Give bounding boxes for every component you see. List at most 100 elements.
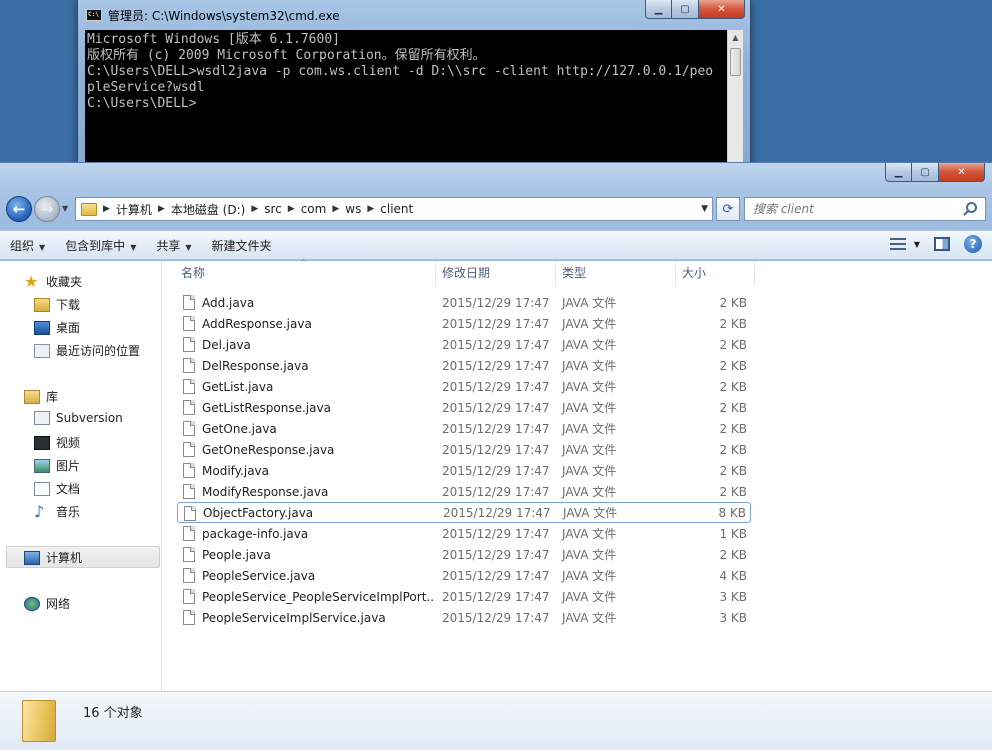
file-row[interactable]: GetList.java 2015/12/29 17:47 JAVA 文件 2 KB — [177, 376, 751, 397]
explorer-caption-buttons: ▁ ▢ ✕ — [885, 163, 985, 182]
java-file-icon — [184, 506, 196, 521]
nav-item-computer[interactable]: 计算机 — [24, 549, 82, 566]
cmd-maximize-button[interactable]: ▢ — [672, 0, 699, 19]
file-row[interactable]: PeopleService.java 2015/12/29 17:47 JAVA 文… — [177, 565, 751, 586]
column-name[interactable]: 名称 — [175, 261, 436, 286]
breadcrumb-client[interactable]: client — [380, 202, 413, 216]
file-row[interactable]: Del.java 2015/12/29 17:47 JAVA 文件 2 KB — [177, 334, 751, 355]
scroll-up-icon[interactable]: ▲ — [728, 30, 743, 46]
file-date: 2015/12/29 17:47 — [442, 463, 550, 478]
file-row[interactable]: People.java 2015/12/29 17:47 JAVA 文件 2 KB — [177, 544, 751, 565]
java-file-icon — [183, 526, 195, 541]
file-row[interactable]: ObjectFactory.java 2015/12/29 17:47 JAVA 文… — [177, 502, 751, 523]
nav-item-favorites[interactable]: ★ 收藏夹 — [24, 273, 82, 290]
nav-label: 音乐 — [56, 505, 81, 519]
share-button[interactable]: 共享 ▼ — [146, 237, 201, 254]
include-in-library-button[interactable]: 包含到库中 ▼ — [55, 237, 146, 254]
file-row[interactable]: Modify.java 2015/12/29 17:47 JAVA 文件 2 KB — [177, 460, 751, 481]
nav-item-downloads[interactable]: 下载 — [34, 296, 80, 313]
cmd-minimize-button[interactable]: ▁ — [645, 0, 672, 19]
search-input[interactable] — [753, 202, 953, 216]
refresh-button[interactable]: ⟳ — [716, 197, 740, 221]
file-row[interactable]: AddResponse.java 2015/12/29 17:47 JAVA 文件 2… — [177, 313, 751, 334]
file-type: JAVA 文件 — [563, 506, 618, 520]
explorer-close-button[interactable]: ✕ — [939, 163, 985, 182]
address-dropdown-icon[interactable]: ▼ — [701, 204, 708, 214]
minimize-icon: ▁ — [894, 166, 903, 178]
history-dropdown-icon[interactable]: ▼ — [62, 204, 68, 213]
file-row[interactable]: Add.java 2015/12/29 17:47 JAVA 文件 2 KB — [177, 292, 751, 313]
cmd-console[interactable]: Microsoft Windows [版本 6.1.7600] 版权所有 (c) … — [85, 30, 743, 168]
file-date: 2015/12/29 17:47 — [442, 400, 550, 415]
column-size[interactable]: 大小 — [676, 261, 755, 286]
scroll-thumb[interactable] — [730, 48, 741, 76]
file-size: 4 KB — [719, 568, 747, 583]
file-row[interactable]: package-info.java 2015/12/29 17:47 JAVA 文件… — [177, 523, 751, 544]
explorer-maximize-button[interactable]: ▢ — [912, 163, 939, 182]
file-date: 2015/12/29 17:47 — [442, 358, 550, 373]
explorer-minimize-button[interactable]: ▁ — [885, 163, 912, 182]
breadcrumb-com[interactable]: com — [301, 202, 327, 216]
cmd-caption-buttons: ▁ ▢ ✕ — [645, 0, 745, 19]
breadcrumb-ws[interactable]: ws — [345, 202, 361, 216]
nav-item-recent-places[interactable]: 最近访问的位置 — [34, 342, 140, 359]
breadcrumb-local-disk[interactable]: 本地磁盘 (D:) — [171, 201, 245, 218]
downloads-folder-icon — [34, 297, 50, 312]
breadcrumb-separator-icon[interactable]: ▶ — [251, 204, 258, 214]
nav-item-desktop[interactable]: 桌面 — [34, 319, 80, 336]
nav-item-videos[interactable]: 视频 — [34, 434, 80, 451]
file-row[interactable]: GetListResponse.java 2015/12/29 17:47 JAVA… — [177, 397, 751, 418]
organize-button[interactable]: 组织 ▼ — [0, 237, 55, 254]
file-row[interactable]: PeopleServiceImplService.java 2015/12/29 … — [177, 607, 751, 628]
breadcrumb-separator-icon[interactable]: ▶ — [103, 204, 110, 214]
nav-label: 收藏夹 — [46, 275, 83, 289]
column-header: ^ 名称 修改日期 类型 大小 — [163, 258, 992, 286]
address-bar[interactable]: ▶ 计算机 ▶ 本地磁盘 (D:) ▶ src ▶ com ▶ ws ▶ cli… — [75, 197, 713, 221]
nav-item-subversion[interactable]: Subversion — [34, 411, 123, 425]
breadcrumb-separator-icon[interactable]: ▶ — [158, 204, 165, 214]
cmd-close-button[interactable]: ✕ — [699, 0, 745, 19]
file-row[interactable]: ModifyResponse.java 2015/12/29 17:47 JAVA … — [177, 481, 751, 502]
breadcrumb-separator-icon[interactable]: ▶ — [367, 204, 374, 214]
search-box[interactable] — [744, 197, 986, 221]
new-folder-button[interactable]: 新建文件夹 — [202, 237, 282, 254]
file-type: JAVA 文件 — [562, 548, 617, 562]
view-options-button[interactable]: ▼ — [889, 238, 920, 250]
nav-item-libraries[interactable]: 库 — [24, 388, 58, 405]
column-type[interactable]: 类型 — [556, 261, 676, 286]
nav-item-network[interactable]: 网络 — [24, 595, 70, 612]
search-icon[interactable] — [966, 202, 977, 213]
nav-item-music[interactable]: ♪ 音乐 — [34, 503, 80, 520]
breadcrumb-src[interactable]: src — [264, 202, 282, 216]
java-file-icon — [183, 400, 195, 415]
nav-label: Subversion — [56, 411, 123, 425]
organize-label: 组织 — [10, 238, 35, 253]
file-name: GetList.java — [202, 379, 274, 394]
cmd-scrollbar[interactable]: ▲ — [727, 30, 743, 168]
file-size: 2 KB — [719, 484, 747, 499]
java-file-icon — [183, 295, 195, 310]
file-row[interactable]: GetOne.java 2015/12/29 17:47 JAVA 文件 2 KB — [177, 418, 751, 439]
nav-item-pictures[interactable]: 图片 — [34, 457, 80, 474]
file-row[interactable]: PeopleService_PeopleServiceImplPort... 20… — [177, 586, 751, 607]
breadcrumb-separator-icon[interactable]: ▶ — [288, 204, 295, 214]
preview-pane-icon[interactable] — [934, 237, 950, 251]
java-file-icon — [183, 589, 195, 604]
column-date-modified[interactable]: 修改日期 — [436, 261, 556, 286]
breadcrumb-computer[interactable]: 计算机 — [116, 201, 152, 218]
file-row[interactable]: GetOneResponse.java 2015/12/29 17:47 JAVA … — [177, 439, 751, 460]
forward-arrow-icon: → — [40, 200, 54, 218]
maximize-icon: ▢ — [680, 3, 690, 15]
help-icon[interactable]: ? — [964, 235, 982, 253]
folder-icon — [81, 202, 97, 216]
file-size: 2 KB — [719, 337, 747, 352]
back-button[interactable]: ← — [6, 196, 32, 222]
forward-button[interactable]: → — [34, 196, 60, 222]
file-type: JAVA 文件 — [562, 443, 617, 457]
close-icon: ✕ — [717, 3, 726, 15]
breadcrumb-separator-icon[interactable]: ▶ — [332, 204, 339, 214]
library-icon — [24, 389, 40, 404]
file-type: JAVA 文件 — [562, 569, 617, 583]
nav-item-documents[interactable]: 文档 — [34, 480, 80, 497]
file-row[interactable]: DelResponse.java 2015/12/29 17:47 JAVA 文件 2… — [177, 355, 751, 376]
